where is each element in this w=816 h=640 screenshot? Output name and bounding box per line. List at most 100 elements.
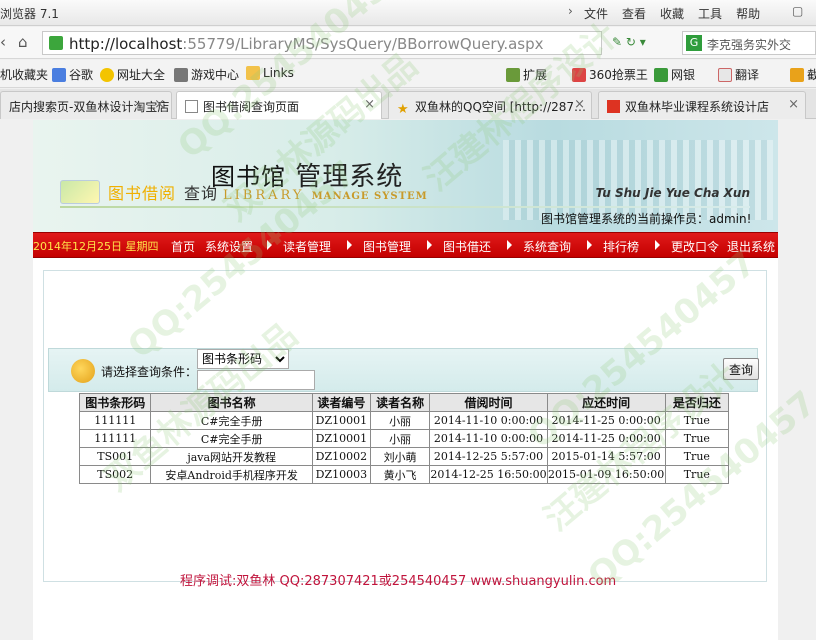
tab-borrow-query[interactable]: 图书借阅查询页面 × [176,91,382,119]
tab-qq-space[interactable]: ★ 双鱼林的QQ空间 [http://287… × [388,91,592,119]
back-arrow-icon[interactable]: ‹ [0,33,6,51]
column-header: 读者编号 [311,393,371,412]
gamepad-icon [174,67,188,82]
url-field[interactable]: http://localhost:55779/LibraryMS/SysQuer… [42,31,602,55]
menu-favorites[interactable]: 收藏 [660,5,684,22]
bookmark-tickets[interactable]: 360抢票王 [572,66,648,83]
directory-icon [100,67,114,82]
nav-separator-icon [427,240,432,250]
column-header: 借阅时间 [429,393,548,412]
search-text: 李克强务实外交 [707,38,792,52]
bookmark-extensions[interactable]: 扩展 [506,66,547,83]
bookmark-screenshot[interactable]: 截 [790,66,816,83]
nav-home[interactable]: 首页 [171,238,195,255]
table-cell: C#完全手册 [150,429,313,448]
column-header: 读者名称 [369,393,431,412]
page-tools-icons[interactable]: ✎ ↻ ▾ [612,35,646,49]
address-bar: ‹ ⌂ http://localhost:55779/LibraryMS/Sys… [0,27,816,59]
bookmark-directory[interactable]: 网址大全 [100,66,165,83]
nav-system-query[interactable]: 系统查询 [523,238,571,255]
operator-info: 图书馆管理系统的当前操作员：admin! [541,212,752,226]
table-cell: 小丽 [369,411,431,430]
nav-separator-icon [347,240,352,250]
close-icon[interactable]: × [574,97,585,112]
table-cell: 黄小飞 [369,465,431,484]
page-icon [185,100,198,113]
search-field[interactable]: G 李克强务实外交 [682,31,816,55]
table-cell: DZ10001 [311,411,371,430]
query-condition-select[interactable]: 图书条形码 [197,349,289,369]
query-label: 请选择查询条件： [101,365,198,379]
section-title-highlight: 图书借阅 [108,184,177,203]
section-pinyin: Tu Shu Jie Yue Cha Xun [595,186,750,200]
nav-separator-icon [655,240,660,250]
table-row: 111111 C#完全手册 DZ10001 小丽 2014-11-10 0:00… [78,429,730,448]
section-divider [60,206,750,208]
browser-app-title: 浏览器 7.1 [0,7,59,21]
search-person-icon [71,359,95,383]
close-icon[interactable]: × [364,97,375,112]
ticket-icon [572,67,586,82]
column-header: 图书名称 [150,393,313,412]
table-cell: True [664,465,730,484]
table-header-row: 图书条形码 图书名称 读者编号 读者名称 借阅时间 应还时间 是否归还 [78,393,730,412]
screenshot-icon [790,67,804,82]
nav-system-settings[interactable]: 系统设置 [205,238,253,255]
url-text: http://localhost:55779/LibraryMS/SysQuer… [69,35,544,53]
secure-shield-icon [49,36,63,50]
nav-change-password[interactable]: 更改口令 [671,238,719,255]
nav-reader-management[interactable]: 读者管理 [283,238,331,255]
shop-icon [607,100,620,113]
table-row: TS001 java网站开发教程 DZ10002 刘小萌 2014-12-25 … [78,447,730,466]
home-icon[interactable]: ⌂ [18,33,28,51]
star-icon: ★ [397,102,409,117]
section-title: 查询 [184,184,219,203]
bookmark-games[interactable]: 游戏中心 [174,66,239,83]
section-header: 图书借阅 查询 Tu Shu Jie Yue Cha Xun [60,178,750,208]
menu-file[interactable]: 文件 [584,5,608,22]
bookmark-links[interactable]: Links [246,66,294,80]
window-control-icon[interactable]: ▢ [792,4,803,18]
table-cell: 2014-11-10 0:00:00 [429,411,548,430]
table-cell: True [664,411,730,430]
table-cell: True [664,429,730,448]
tab-strip: 店内搜索页-双鱼林设计淘宝店 × 图书借阅查询页面 × ★ 双鱼林的QQ空间 [h… [0,89,816,119]
book-icon [60,180,100,204]
tab-graduation-shop[interactable]: 双鱼林毕业课程系统设计店 × [598,91,806,119]
footer-credit: 程序调试:双鱼林 QQ:287307421或254540457 www.shua… [180,574,617,589]
table-cell: 2014-12-25 5:57:00 [429,447,548,466]
menu-view[interactable]: 查看 [622,5,646,22]
table-cell: 2014-11-10 0:00:00 [429,429,548,448]
query-input[interactable] [197,370,315,390]
bookmark-banking[interactable]: 网银 [654,66,695,83]
tab-taobao-search[interactable]: 店内搜索页-双鱼林设计淘宝店 × [0,91,172,119]
date-display: 2014年12月25日 星期四 [33,240,159,253]
table-cell: java网站开发教程 [150,447,313,466]
table-cell: C#完全手册 [150,411,313,430]
browser-title-bar: 浏览器 7.1 › 文件 查看 收藏 工具 帮助 ▢ [0,0,816,26]
close-icon[interactable]: × [154,97,165,112]
table-row: TS002 安卓Android手机程序开发 DZ10003 黄小飞 2014-1… [78,465,730,484]
bookmark-google[interactable]: 谷歌 [52,66,93,83]
translate-icon [718,67,732,82]
close-icon[interactable]: × [788,97,799,112]
table-cell: 111111 [78,411,152,430]
nav-separator-icon [267,240,272,250]
browser-menu: 文件 查看 收藏 工具 帮助 [566,5,760,22]
nav-borrow-return[interactable]: 图书借还 [443,238,491,255]
nav-rankings[interactable]: 排行榜 [603,238,639,255]
query-form: 请选择查询条件： 图书条形码 查询 [48,348,759,392]
table-cell: 2014-11-25 0:00:00 [546,411,666,430]
table-cell: DZ10003 [311,465,371,484]
menu-help[interactable]: 帮助 [736,5,760,22]
bookmark-favorites[interactable]: 机收藏夹 [0,66,48,83]
query-button[interactable]: 查询 [723,358,759,380]
folder-icon [246,66,260,80]
nav-book-management[interactable]: 图书管理 [363,238,411,255]
bookmark-translate[interactable]: 翻译 [718,66,759,83]
table-cell: DZ10001 [311,429,371,448]
table-cell: 小丽 [369,429,431,448]
table-cell: TS002 [78,465,152,484]
menu-tools[interactable]: 工具 [698,5,722,22]
nav-logout[interactable]: 退出系统 [727,238,775,255]
